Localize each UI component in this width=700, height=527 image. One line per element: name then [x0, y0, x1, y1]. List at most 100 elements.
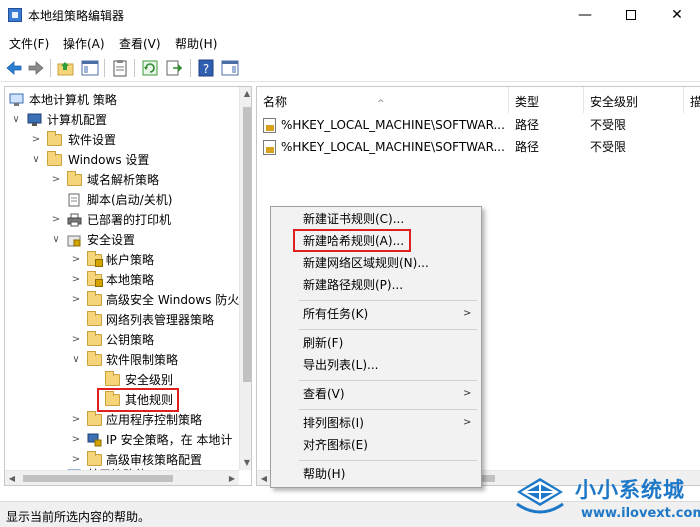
table-row[interactable]: %HKEY_LOCAL_MACHINE\SOFTWAR... 路径 不受限 — [257, 136, 700, 158]
scroll-right-icon[interactable]: ▶ — [225, 471, 239, 485]
tree-item-app-control-policies[interactable]: > 应用程序控制策略 — [5, 410, 239, 430]
tree-item-scripts[interactable]: 脚本(启动/关机) — [5, 190, 239, 210]
refresh-icon[interactable] — [140, 58, 160, 78]
ip-security-icon — [87, 433, 102, 447]
maximize-button[interactable] — [608, 0, 654, 30]
chevron-right-icon[interactable]: > — [71, 250, 81, 270]
watermark-url: www.ilovext.com — [581, 506, 700, 521]
tree-item-label: 应用程序控制策略 — [106, 413, 203, 427]
chevron-right-icon[interactable]: > — [71, 270, 81, 290]
table-row[interactable]: %HKEY_LOCAL_MACHINE\SOFTWAR... 路径 不受限 — [257, 114, 700, 136]
column-header-security-level[interactable]: 安全级别 — [584, 87, 684, 113]
chevron-down-icon[interactable]: ∨ — [31, 150, 41, 170]
folder-icon — [87, 351, 102, 366]
toolbar-separator — [134, 59, 135, 77]
chevron-right-icon[interactable]: > — [51, 210, 61, 230]
tree-item-computer-config[interactable]: ∨ 计算机配置 — [5, 110, 239, 130]
menu-item-all-tasks[interactable]: 所有任务(K) > — [271, 303, 481, 325]
tree-item-label: 域名解析策略 — [87, 173, 160, 187]
cell-type: 路径 — [515, 118, 540, 132]
tree-pane[interactable]: 本地计算机 策略 ∨ 计算机配置 > 软件设置 ∨ Windows 设置 > 域… — [4, 86, 252, 486]
menu-item-line-up-icons[interactable]: 对齐图标(E) — [271, 434, 481, 456]
tree-item-security-levels[interactable]: 安全级别 — [5, 370, 239, 390]
menu-item-arrange-icons[interactable]: 排列图标(I) > — [271, 412, 481, 434]
menu-item-view[interactable]: 查看(V) > — [271, 383, 481, 405]
chevron-right-icon: > — [463, 417, 472, 428]
menu-item-new-network-zone-rule[interactable]: 新建网络区域规则(N)... — [271, 252, 481, 274]
menu-item-label: 帮助(H) — [303, 467, 346, 481]
column-header-name[interactable]: 名称 ^ — [257, 87, 509, 113]
computer-policy-icon — [9, 93, 24, 107]
tree-item-ip-security[interactable]: > IP 安全策略，在 本地计 — [5, 430, 239, 450]
scrollbar-thumb[interactable] — [243, 107, 251, 382]
tree-item-name-resolution-policy[interactable]: > 域名解析策略 — [5, 170, 239, 190]
menu-file[interactable]: 文件(F) — [9, 35, 49, 52]
chevron-down-icon[interactable]: ∨ — [71, 350, 81, 370]
menu-item-label: 排列图标(I) — [303, 416, 364, 430]
back-arrow-icon[interactable] — [4, 58, 24, 78]
watermark-title: 小小系统城 — [575, 478, 685, 502]
window-title: 本地组策略编辑器 — [28, 9, 125, 23]
tree-item-windows-settings[interactable]: ∨ Windows 设置 — [5, 150, 239, 170]
menu-item-new-path-rule[interactable]: 新建路径规则(P)... — [271, 274, 481, 296]
menu-item-label: 新建路径规则(P)... — [303, 278, 404, 292]
tree-item-network-list-manager[interactable]: 网络列表管理器策略 — [5, 310, 239, 330]
folder-icon — [47, 151, 62, 166]
tree-item-account-policies[interactable]: > 帐户策略 — [5, 250, 239, 270]
menu-bar: 文件(F) 操作(A) 查看(V) 帮助(H) — [0, 30, 700, 54]
menu-separator — [299, 460, 477, 461]
menu-view[interactable]: 查看(V) — [119, 35, 161, 52]
chevron-right-icon[interactable]: > — [51, 170, 61, 190]
menu-separator — [299, 329, 477, 330]
tree-item-local-policies[interactable]: > 本地策略 — [5, 270, 239, 290]
chevron-down-icon[interactable]: ∨ — [11, 110, 21, 130]
cell-name: %HKEY_LOCAL_MACHINE\SOFTWAR... — [281, 118, 505, 132]
tree-item-public-key-policies[interactable]: > 公钥策略 — [5, 330, 239, 350]
chevron-right-icon[interactable]: > — [71, 290, 81, 310]
show-hide-tree-icon[interactable] — [80, 58, 100, 78]
chevron-right-icon[interactable]: > — [71, 410, 81, 430]
scroll-down-icon[interactable]: ▼ — [240, 456, 251, 470]
tree-item-local-computer-policy[interactable]: 本地计算机 策略 — [5, 90, 239, 110]
tree-item-label: 网络列表管理器策略 — [106, 313, 215, 327]
title-bar: 本地组策略编辑器 — ✕ — [0, 0, 700, 30]
chevron-right-icon[interactable]: > — [71, 430, 81, 450]
minimize-button[interactable]: — — [562, 0, 608, 30]
chevron-right-icon[interactable]: > — [71, 330, 81, 350]
menu-action[interactable]: 操作(A) — [63, 35, 105, 52]
tree-item-software-settings[interactable]: > 软件设置 — [5, 130, 239, 150]
column-header-description[interactable]: 描 — [684, 87, 700, 113]
help-icon[interactable]: ? — [196, 58, 216, 78]
properties-icon[interactable] — [110, 58, 130, 78]
menu-help[interactable]: 帮助(H) — [175, 35, 217, 52]
menu-item-export-list[interactable]: 导出列表(L)... — [271, 354, 481, 376]
scrollbar-thumb[interactable] — [23, 475, 173, 482]
tree-item-security-settings[interactable]: ∨ 安全设置 — [5, 230, 239, 250]
show-action-pane-icon[interactable] — [220, 58, 240, 78]
tree-vertical-scrollbar[interactable]: ▲ ▼ — [239, 87, 251, 470]
menu-item-refresh[interactable]: 刷新(F) — [271, 332, 481, 354]
tree-item-additional-rules[interactable]: 其他规则 — [5, 388, 239, 412]
scroll-left-icon[interactable]: ◀ — [5, 471, 19, 485]
folder-lock-icon — [87, 271, 103, 287]
close-button[interactable]: ✕ — [654, 0, 700, 30]
chevron-right-icon[interactable]: > — [31, 130, 41, 150]
scroll-left-icon[interactable]: ◀ — [257, 471, 271, 485]
tree-horizontal-scrollbar[interactable]: ◀ ▶ — [5, 470, 239, 485]
tree-item-label: 高级安全 Windows 防火 — [106, 293, 240, 307]
chevron-down-icon[interactable]: ∨ — [51, 230, 61, 250]
tree-item-label: 脚本(启动/关机) — [87, 193, 173, 207]
tree-item-windows-firewall[interactable]: > 高级安全 Windows 防火 — [5, 290, 239, 310]
tree-item-label: 本地策略 — [106, 273, 155, 287]
scroll-up-icon[interactable]: ▲ — [240, 87, 251, 101]
column-header-type[interactable]: 类型 — [509, 87, 584, 113]
export-list-icon[interactable] — [164, 58, 184, 78]
tree-item-deployed-printers[interactable]: > 已部署的打印机 — [5, 210, 239, 230]
menu-item-new-certificate-rule[interactable]: 新建证书规则(C)... — [271, 208, 481, 230]
tree-item-software-restriction[interactable]: ∨ 软件限制策略 — [5, 350, 239, 370]
column-label: 名称 — [263, 95, 288, 109]
menu-item-label: 新建网络区域规则(N)... — [303, 256, 429, 270]
menu-item-help[interactable]: 帮助(H) — [271, 463, 481, 485]
up-folder-icon[interactable] — [56, 58, 76, 78]
forward-arrow-icon[interactable] — [26, 58, 46, 78]
